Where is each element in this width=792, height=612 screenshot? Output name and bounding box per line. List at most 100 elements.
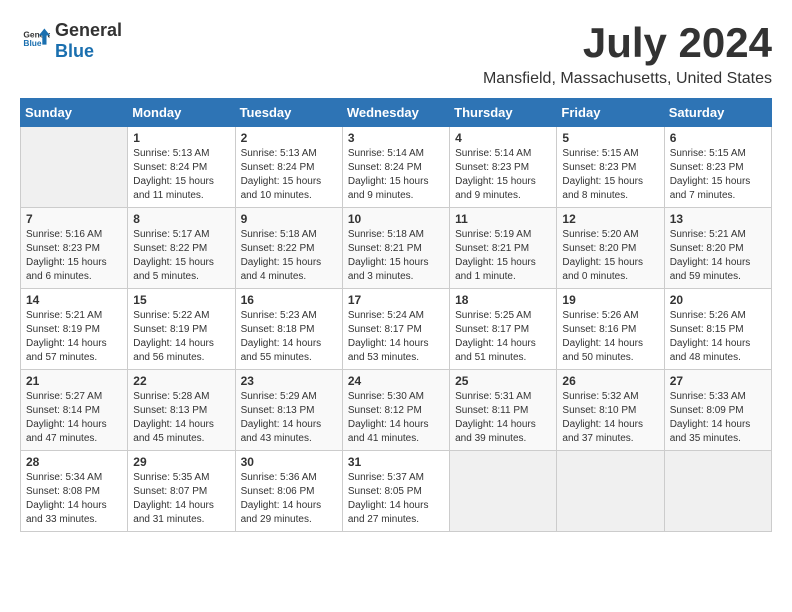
- day-info: Sunrise: 5:33 AM Sunset: 8:09 PM Dayligh…: [670, 390, 766, 446]
- logo: General Blue General Blue: [20, 20, 122, 62]
- calendar-cell: 29 Sunrise: 5:35 AM Sunset: 8:07 PM Dayli…: [128, 451, 235, 532]
- calendar-cell: 19Sunrise: 5:26 AM Sunset: 8:16 PM Dayli…: [557, 289, 664, 370]
- day-info: Sunrise: 5:29 AM Sunset: 8:13 PM Dayligh…: [241, 390, 337, 446]
- calendar-cell: 9Sunrise: 5:18 AM Sunset: 8:22 PM Daylig…: [235, 208, 342, 289]
- day-number: 15: [133, 293, 229, 307]
- calendar-cell: 26Sunrise: 5:32 AM Sunset: 8:10 PM Dayli…: [557, 370, 664, 451]
- day-info: Sunrise: 5:35 AM Sunset: 8:07 PM Dayligh…: [133, 471, 229, 527]
- calendar-cell: 14 Sunrise: 5:21 AM Sunset: 8:19 PM Dayli…: [21, 289, 128, 370]
- day-number: 13: [670, 212, 766, 226]
- day-info: Sunrise: 5:13 AM Sunset: 8:24 PM Dayligh…: [241, 147, 337, 203]
- calendar-cell: [557, 451, 664, 532]
- day-number: 1: [133, 131, 229, 145]
- calendar-cell: 21 Sunrise: 5:27 AM Sunset: 8:14 PM Dayli…: [21, 370, 128, 451]
- day-number: 31: [348, 455, 444, 469]
- calendar-cell: 7 Sunrise: 5:16 AM Sunset: 8:23 PM Daylig…: [21, 208, 128, 289]
- calendar-cell: 30 Sunrise: 5:36 AM Sunset: 8:06 PM Dayli…: [235, 451, 342, 532]
- calendar-cell: 15 Sunrise: 5:22 AM Sunset: 8:19 PM Dayli…: [128, 289, 235, 370]
- calendar-cell: 27 Sunrise: 5:33 AM Sunset: 8:09 PM Dayli…: [664, 370, 771, 451]
- day-info: Sunrise: 5:31 AM Sunset: 8:11 PM Dayligh…: [455, 390, 551, 446]
- calendar-cell: 18 Sunrise: 5:25 AM Sunset: 8:17 PM Dayli…: [450, 289, 557, 370]
- calendar-cell: 11 Sunrise: 5:19 AM Sunset: 8:21 PM Dayli…: [450, 208, 557, 289]
- day-info: Sunrise: 5:26 AM Sunset: 8:15 PM Dayligh…: [670, 309, 766, 365]
- logo-general: General: [55, 20, 122, 40]
- day-info: Sunrise: 5:36 AM Sunset: 8:06 PM Dayligh…: [241, 471, 337, 527]
- day-info: Sunrise: 5:22 AM Sunset: 8:19 PM Dayligh…: [133, 309, 229, 365]
- day-info: Sunrise: 5:15 AM Sunset: 8:23 PM Dayligh…: [670, 147, 766, 203]
- day-info: Sunrise: 5:28 AM Sunset: 8:13 PM Dayligh…: [133, 390, 229, 446]
- logo-image: General Blue: [20, 25, 50, 58]
- calendar-cell: 25 Sunrise: 5:31 AM Sunset: 8:11 PM Dayli…: [450, 370, 557, 451]
- day-info: Sunrise: 5:19 AM Sunset: 8:21 PM Dayligh…: [455, 228, 551, 284]
- day-info: Sunrise: 5:17 AM Sunset: 8:22 PM Dayligh…: [133, 228, 229, 284]
- day-number: 28: [26, 455, 122, 469]
- main-title: July 2024: [483, 20, 772, 66]
- calendar-cell: 31 Sunrise: 5:37 AM Sunset: 8:05 PM Dayli…: [342, 451, 449, 532]
- day-info: Sunrise: 5:27 AM Sunset: 8:14 PM Dayligh…: [26, 390, 122, 446]
- day-number: 17: [348, 293, 444, 307]
- day-info: Sunrise: 5:14 AM Sunset: 8:24 PM Dayligh…: [348, 147, 444, 203]
- day-info: Sunrise: 5:37 AM Sunset: 8:05 PM Dayligh…: [348, 471, 444, 527]
- day-number: 25: [455, 374, 551, 388]
- calendar-cell: 23 Sunrise: 5:29 AM Sunset: 8:13 PM Dayli…: [235, 370, 342, 451]
- title-area: July 2024 Mansfield, Massachusetts, Unit…: [483, 20, 772, 88]
- day-number: 9: [241, 212, 337, 226]
- calendar-cell: [664, 451, 771, 532]
- calendar-cell: 22 Sunrise: 5:28 AM Sunset: 8:13 PM Dayli…: [128, 370, 235, 451]
- week-row-3: 14 Sunrise: 5:21 AM Sunset: 8:19 PM Dayli…: [21, 289, 772, 370]
- day-number: 21: [26, 374, 122, 388]
- day-number: 5: [562, 131, 658, 145]
- calendar-cell: 28 Sunrise: 5:34 AM Sunset: 8:08 PM Dayli…: [21, 451, 128, 532]
- page-header: General Blue General Blue July 2024 Mans…: [20, 20, 772, 88]
- day-number: 18: [455, 293, 551, 307]
- day-number: 11: [455, 212, 551, 226]
- day-info: Sunrise: 5:21 AM Sunset: 8:19 PM Dayligh…: [26, 309, 122, 365]
- calendar-cell: 3 Sunrise: 5:14 AM Sunset: 8:24 PM Daylig…: [342, 127, 449, 208]
- header-row: SundayMondayTuesdayWednesdayThursdayFrid…: [21, 99, 772, 127]
- day-number: 27: [670, 374, 766, 388]
- calendar-cell: 20 Sunrise: 5:26 AM Sunset: 8:15 PM Dayli…: [664, 289, 771, 370]
- day-info: Sunrise: 5:25 AM Sunset: 8:17 PM Dayligh…: [455, 309, 551, 365]
- day-info: Sunrise: 5:15 AM Sunset: 8:23 PM Dayligh…: [562, 147, 658, 203]
- column-header-wednesday: Wednesday: [342, 99, 449, 127]
- day-number: 29: [133, 455, 229, 469]
- calendar-cell: 16Sunrise: 5:23 AM Sunset: 8:18 PM Dayli…: [235, 289, 342, 370]
- day-number: 8: [133, 212, 229, 226]
- day-number: 24: [348, 374, 444, 388]
- day-number: 19: [562, 293, 658, 307]
- calendar-cell: 5 Sunrise: 5:15 AM Sunset: 8:23 PM Daylig…: [557, 127, 664, 208]
- day-number: 22: [133, 374, 229, 388]
- subtitle: Mansfield, Massachusetts, United States: [483, 70, 772, 88]
- calendar-cell: 4Sunrise: 5:14 AM Sunset: 8:23 PM Daylig…: [450, 127, 557, 208]
- day-number: 30: [241, 455, 337, 469]
- day-info: Sunrise: 5:21 AM Sunset: 8:20 PM Dayligh…: [670, 228, 766, 284]
- day-info: Sunrise: 5:16 AM Sunset: 8:23 PM Dayligh…: [26, 228, 122, 284]
- calendar-cell: [450, 451, 557, 532]
- day-number: 14: [26, 293, 122, 307]
- calendar-cell: 8 Sunrise: 5:17 AM Sunset: 8:22 PM Daylig…: [128, 208, 235, 289]
- day-number: 4: [455, 131, 551, 145]
- day-number: 20: [670, 293, 766, 307]
- day-info: Sunrise: 5:24 AM Sunset: 8:17 PM Dayligh…: [348, 309, 444, 365]
- day-number: 3: [348, 131, 444, 145]
- column-header-friday: Friday: [557, 99, 664, 127]
- calendar-cell: 13 Sunrise: 5:21 AM Sunset: 8:20 PM Dayli…: [664, 208, 771, 289]
- day-info: Sunrise: 5:34 AM Sunset: 8:08 PM Dayligh…: [26, 471, 122, 527]
- logo-blue: Blue: [55, 41, 94, 61]
- day-number: 7: [26, 212, 122, 226]
- column-header-thursday: Thursday: [450, 99, 557, 127]
- column-header-sunday: Sunday: [21, 99, 128, 127]
- week-row-5: 28 Sunrise: 5:34 AM Sunset: 8:08 PM Dayli…: [21, 451, 772, 532]
- day-number: 26: [562, 374, 658, 388]
- calendar-cell: 24 Sunrise: 5:30 AM Sunset: 8:12 PM Dayli…: [342, 370, 449, 451]
- day-info: Sunrise: 5:30 AM Sunset: 8:12 PM Dayligh…: [348, 390, 444, 446]
- column-header-monday: Monday: [128, 99, 235, 127]
- week-row-1: 1 Sunrise: 5:13 AM Sunset: 8:24 PM Daylig…: [21, 127, 772, 208]
- calendar-body: 1 Sunrise: 5:13 AM Sunset: 8:24 PM Daylig…: [21, 127, 772, 532]
- calendar-cell: 10Sunrise: 5:18 AM Sunset: 8:21 PM Dayli…: [342, 208, 449, 289]
- calendar-cell: 1Sunrise: 5:13 AM Sunset: 8:24 PM Daylig…: [128, 127, 235, 208]
- day-info: Sunrise: 5:20 AM Sunset: 8:20 PM Dayligh…: [562, 228, 658, 284]
- calendar-cell: 12Sunrise: 5:20 AM Sunset: 8:20 PM Dayli…: [557, 208, 664, 289]
- day-number: 23: [241, 374, 337, 388]
- day-info: Sunrise: 5:18 AM Sunset: 8:21 PM Dayligh…: [348, 228, 444, 284]
